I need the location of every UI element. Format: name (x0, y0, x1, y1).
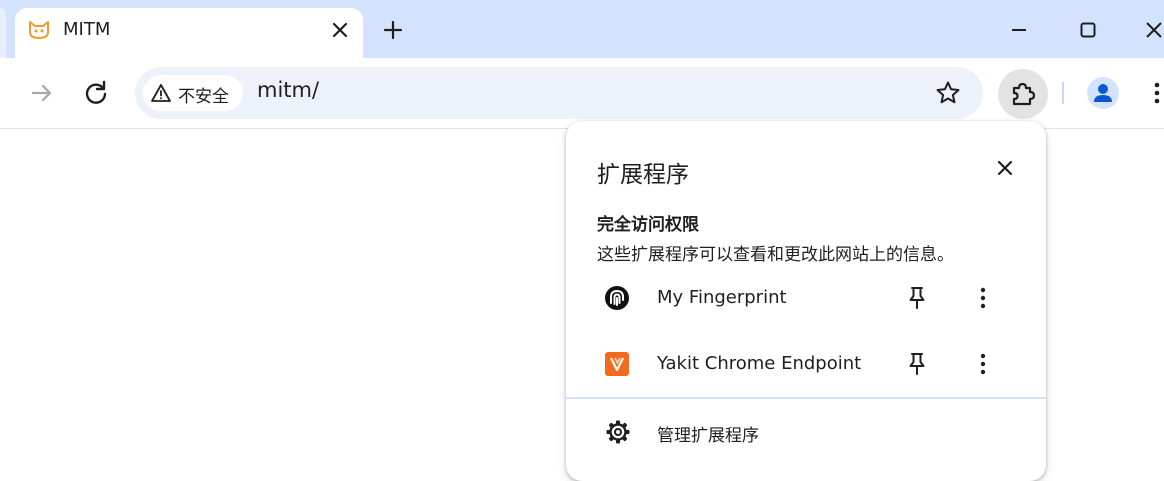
fingerprint-icon (605, 286, 629, 310)
new-tab-plus-icon[interactable] (380, 17, 406, 43)
section-title: 完全访问权限 (597, 215, 699, 235)
yakit-logo-icon (605, 352, 629, 376)
extension-row-yakit[interactable]: Yakit Chrome Endpoint (566, 337, 1046, 397)
security-chip[interactable]: 不安全 (143, 75, 243, 111)
tab-mitm[interactable]: MITM (15, 8, 363, 58)
manage-extensions-button[interactable]: 管理扩展程序 (566, 403, 1046, 463)
security-chip-label: 不安全 (178, 87, 229, 107)
popup-divider (566, 397, 1046, 399)
extension-row-my-fingerprint[interactable]: My Fingerprint (566, 271, 1046, 331)
extensions-button[interactable] (998, 69, 1048, 119)
popup-title: 扩展程序 (597, 162, 689, 188)
extension-name: Yakit Chrome Endpoint (657, 353, 862, 374)
kebab-menu-icon[interactable] (1145, 79, 1164, 107)
window-close-icon[interactable] (1140, 16, 1164, 44)
tab-strip: MITM (0, 0, 1164, 58)
toolbar: 不安全 mitm/ (0, 58, 1164, 129)
bookmark-star-icon[interactable] (935, 80, 961, 106)
pin-icon[interactable] (906, 351, 928, 377)
more-options-icon[interactable] (973, 351, 993, 377)
tab-title: MITM (63, 19, 111, 40)
puzzle-piece-icon (1012, 82, 1036, 106)
toolbar-separator (1062, 82, 1064, 104)
maximize-icon[interactable] (1074, 16, 1102, 44)
more-options-icon[interactable] (973, 285, 993, 311)
cat-face-icon (29, 21, 49, 39)
minimize-icon[interactable] (1005, 16, 1033, 44)
profile-avatar[interactable] (1087, 77, 1119, 109)
person-icon (1094, 84, 1112, 102)
close-icon[interactable] (329, 19, 351, 41)
section-description: 这些扩展程序可以查看和更改此网站上的信息。 (597, 245, 954, 265)
gear-icon (606, 420, 630, 444)
extensions-popup: 扩展程序 完全访问权限 这些扩展程序可以查看和更改此网站上的信息。 My Fin… (566, 121, 1046, 481)
previous-tab-edge[interactable] (0, 8, 6, 58)
url-text[interactable]: mitm/ (257, 78, 319, 102)
manage-extensions-label: 管理扩展程序 (657, 426, 759, 446)
close-icon[interactable] (993, 156, 1017, 180)
pin-icon[interactable] (906, 285, 928, 311)
reload-icon[interactable] (78, 75, 114, 111)
warning-triangle-icon (151, 84, 171, 102)
forward-arrow-icon[interactable] (24, 75, 60, 111)
extension-name: My Fingerprint (657, 287, 787, 308)
address-bar[interactable]: 不安全 mitm/ (135, 67, 983, 119)
